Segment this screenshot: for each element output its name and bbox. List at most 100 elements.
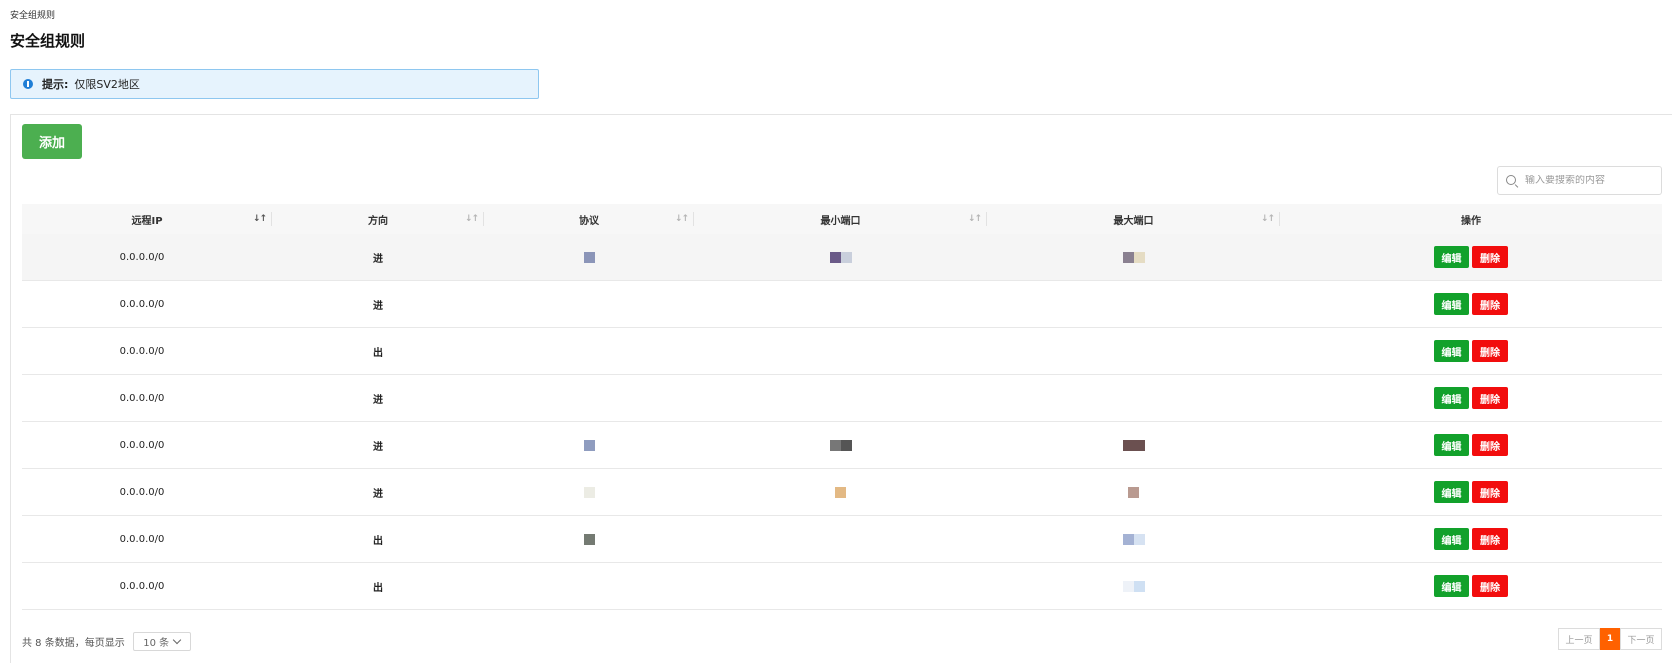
prev-page-button[interactable]: 上一页	[1558, 628, 1600, 650]
search-input[interactable]	[1525, 175, 1655, 186]
cell-ip: 0.0.0.0/0	[22, 281, 272, 327]
delete-button[interactable]: 删除	[1472, 293, 1508, 315]
table-row: 0.0.0.0/0 出 编辑 删除	[22, 516, 1662, 563]
cell-min-port	[694, 375, 987, 421]
column-label: 操作	[1461, 215, 1481, 227]
column-max-port[interactable]: 最大端口 ↓↑	[987, 204, 1280, 234]
direction-value: 进	[373, 441, 383, 453]
cell-ip: 0.0.0.0/0	[22, 516, 272, 562]
delete-button[interactable]: 删除	[1472, 246, 1508, 268]
edit-button[interactable]: 编辑	[1434, 528, 1469, 550]
cell-direction: 出	[272, 328, 484, 374]
redacted-value	[1122, 580, 1145, 592]
ip-value: 0.0.0.0/0	[119, 580, 165, 592]
cell-ip: 0.0.0.0/0	[22, 375, 272, 421]
cell-actions: 编辑 删除	[1280, 516, 1662, 562]
delete-button[interactable]: 删除	[1472, 575, 1508, 597]
direction-value: 进	[373, 394, 383, 406]
sort-icon[interactable]: ↓↑	[465, 214, 479, 224]
info-icon	[23, 79, 33, 89]
delete-button[interactable]: 删除	[1472, 481, 1508, 503]
next-page-button[interactable]: 下一页	[1620, 628, 1662, 650]
page-size-select[interactable]: 10 条	[132, 632, 191, 651]
cell-direction: 出	[272, 563, 484, 609]
cell-min-port	[694, 469, 987, 515]
column-protocol[interactable]: 协议 ↓↑	[484, 204, 694, 234]
ip-value: 0.0.0.0/0	[119, 298, 165, 310]
ip-value: 0.0.0.0/0	[119, 439, 165, 451]
redacted-value	[583, 533, 595, 545]
column-label: 最小端口	[820, 215, 861, 227]
redacted-value	[829, 439, 852, 451]
cell-ip: 0.0.0.0/0	[22, 563, 272, 609]
cell-ip: 0.0.0.0/0	[22, 328, 272, 374]
redacted-value	[835, 486, 846, 498]
cell-direction: 进	[272, 375, 484, 421]
column-actions: 操作	[1280, 204, 1662, 234]
current-page-button[interactable]: 1	[1600, 628, 1620, 650]
cell-protocol	[484, 281, 694, 327]
cell-max-port	[987, 469, 1280, 515]
delete-button[interactable]: 删除	[1472, 434, 1508, 456]
cell-actions: 编辑 删除	[1280, 563, 1662, 609]
cell-protocol	[484, 516, 694, 562]
delete-button[interactable]: 删除	[1472, 528, 1508, 550]
column-min-port[interactable]: 最小端口 ↓↑	[694, 204, 987, 234]
delete-button[interactable]: 删除	[1472, 387, 1508, 409]
column-label: 远程IP	[131, 215, 163, 227]
cell-max-port	[987, 234, 1280, 280]
chevron-down-icon	[172, 635, 182, 644]
cell-max-port	[987, 563, 1280, 609]
edit-button[interactable]: 编辑	[1434, 575, 1469, 597]
redacted-value	[583, 251, 595, 263]
sort-icon[interactable]: ↓↑	[675, 214, 689, 224]
cell-ip: 0.0.0.0/0	[22, 422, 272, 468]
search-icon	[1506, 174, 1518, 187]
direction-value: 出	[373, 582, 383, 594]
direction-value: 出	[373, 535, 383, 547]
sort-icon[interactable]: ↓↑	[253, 214, 267, 224]
table-row: 0.0.0.0/0 进 编辑 删除	[22, 375, 1662, 422]
edit-button[interactable]: 编辑	[1434, 387, 1469, 409]
direction-value: 出	[373, 347, 383, 359]
notice-label: 提示:	[42, 78, 69, 91]
direction-value: 进	[373, 253, 383, 265]
cell-actions: 编辑 删除	[1280, 422, 1662, 468]
table-row: 0.0.0.0/0 进 编辑 删除	[22, 422, 1662, 469]
redacted-value	[583, 439, 595, 451]
column-label: 最大端口	[1113, 215, 1154, 227]
delete-button[interactable]: 删除	[1472, 340, 1508, 362]
cell-protocol	[484, 422, 694, 468]
add-button[interactable]: 添加	[22, 124, 82, 159]
redacted-value	[1128, 486, 1139, 498]
redacted-value	[1122, 533, 1145, 545]
search-box[interactable]	[1497, 166, 1662, 195]
edit-button[interactable]: 编辑	[1434, 246, 1469, 268]
breadcrumb: 安全组规则	[10, 11, 56, 21]
page-title: 安全组规则	[10, 32, 86, 50]
sort-icon[interactable]: ↓↑	[968, 214, 982, 224]
cell-actions: 编辑 删除	[1280, 328, 1662, 374]
column-remote-ip[interactable]: 远程IP ↓↑	[22, 204, 272, 234]
cell-protocol	[484, 234, 694, 280]
sort-icon[interactable]: ↓↑	[1261, 214, 1275, 224]
ip-value: 0.0.0.0/0	[119, 251, 165, 263]
direction-value: 进	[373, 488, 383, 500]
table-row: 0.0.0.0/0 出 编辑 删除	[22, 328, 1662, 375]
edit-button[interactable]: 编辑	[1434, 340, 1469, 362]
ip-value: 0.0.0.0/0	[119, 533, 165, 545]
cell-direction: 进	[272, 234, 484, 280]
redacted-value	[1122, 251, 1145, 263]
table-row: 0.0.0.0/0 进 编辑 删除	[22, 469, 1662, 516]
redacted-value	[829, 251, 852, 263]
edit-button[interactable]: 编辑	[1434, 434, 1469, 456]
cell-max-port	[987, 422, 1280, 468]
column-direction[interactable]: 方向 ↓↑	[272, 204, 484, 234]
table-footer: 共 8 条数据，每页显示 10 条	[22, 632, 191, 651]
edit-button[interactable]: 编辑	[1434, 481, 1469, 503]
notice-text: 仅限SV2地区	[74, 78, 140, 91]
pagination: 上一页 1 下一页	[1558, 628, 1662, 650]
cell-direction: 进	[272, 281, 484, 327]
edit-button[interactable]: 编辑	[1434, 293, 1469, 315]
redacted-value	[583, 486, 595, 498]
